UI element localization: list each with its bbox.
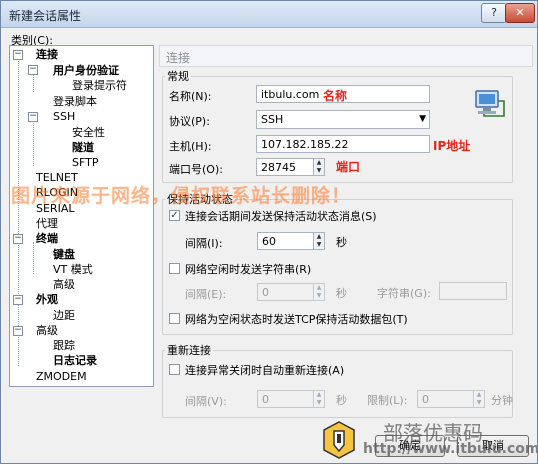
panel-header: 连接: [159, 45, 533, 67]
tree-item-keyboard[interactable]: 键盘: [53, 248, 75, 261]
tree-item-advanced-terminal[interactable]: 高级: [53, 278, 75, 291]
minutes-label: 分钟: [491, 394, 513, 407]
collapse-auth-icon[interactable]: −: [28, 65, 38, 75]
collapse-terminal-icon[interactable]: −: [13, 234, 23, 244]
collapse-connection-icon[interactable]: −: [13, 50, 23, 60]
tree-item-trace[interactable]: 跟踪: [53, 339, 75, 352]
collapse-advanced-icon[interactable]: −: [13, 326, 23, 336]
tree-item-vt-mode[interactable]: VT 模式: [53, 263, 93, 276]
limit-label: 限制(L):: [367, 394, 408, 407]
tcp-keepalive-label[interactable]: 网络为空闲状态时发送TCP保持活动数据包(T): [185, 311, 408, 327]
idle-string-label[interactable]: 网络空闲时发送字符串(R): [185, 261, 311, 277]
port-input[interactable]: 28745: [256, 158, 314, 176]
string-label: 字符串(G):: [377, 287, 431, 300]
protocol-value: SSH: [261, 113, 284, 126]
tree-item-terminal[interactable]: 终端: [36, 232, 58, 245]
protocol-label: 协议(P):: [169, 115, 210, 128]
tree-line: [18, 54, 19, 366]
idle-interval-spinner[interactable]: ▲ ▼: [313, 283, 325, 301]
send-keepalive-checkbox[interactable]: ✓: [169, 210, 180, 221]
string-input[interactable]: [439, 282, 507, 300]
reconnect-seconds-label: 秒: [336, 394, 347, 407]
tree-item-margin[interactable]: 边距: [53, 309, 75, 322]
network-computer-icon: [472, 89, 506, 119]
title-bar: 新建会话属性 ? ✕: [1, 1, 537, 28]
brand-logo-icon: [323, 421, 355, 459]
host-label: 主机(H):: [169, 140, 212, 153]
url-watermark: http://www.itbulu.com: [363, 441, 538, 457]
tree-item-login-prompts[interactable]: 登录提示符: [72, 79, 127, 92]
copyright-watermark: 图片来源于网络，侵权联系站长删除！: [11, 185, 352, 207]
collapse-ssh-icon[interactable]: −: [28, 112, 38, 122]
window-title: 新建会话属性: [9, 9, 82, 23]
tree-item-sftp[interactable]: SFTP: [72, 156, 98, 169]
tcp-keepalive-checkbox[interactable]: [169, 313, 180, 324]
reconnect-interval-input[interactable]: 0: [257, 390, 314, 408]
idle-interval-seconds-label: 秒: [336, 287, 347, 300]
reconnect-legend: 重新连接: [167, 344, 211, 357]
tree-item-ssh[interactable]: SSH: [53, 110, 75, 123]
ip-annotation: IP地址: [433, 139, 471, 153]
general-legend: 常规: [167, 70, 189, 83]
tree-item-connection[interactable]: 连接: [36, 48, 58, 61]
panel-title: 连接: [166, 51, 191, 65]
auto-reconnect-checkbox[interactable]: [169, 364, 180, 375]
send-keepalive-label[interactable]: 连接会话期间发送保持活动状态消息(S): [185, 208, 377, 224]
auto-reconnect-label[interactable]: 连接异常关闭时自动重新连接(A): [185, 362, 344, 378]
port-spinner[interactable]: ▲ ▼: [313, 158, 325, 176]
dropdown-arrow-icon[interactable]: ▼: [419, 111, 426, 128]
protocol-select[interactable]: SSH ▼: [256, 110, 430, 129]
reconnect-interval-label: 间隔(V):: [185, 395, 227, 408]
tree-line: [33, 118, 34, 166]
tree-item-proxy[interactable]: 代理: [36, 217, 58, 230]
close-button[interactable]: ✕: [505, 3, 535, 23]
limit-spinner[interactable]: ▲ ▼: [473, 390, 485, 408]
collapse-appearance-icon[interactable]: −: [13, 295, 23, 305]
port-annotation: 端口: [336, 160, 361, 174]
name-annotation: 名称: [323, 89, 348, 103]
help-button[interactable]: ?: [481, 3, 507, 23]
interval-label: 间隔(I):: [185, 237, 223, 250]
port-label: 端口号(O):: [169, 163, 223, 176]
tree-item-logging[interactable]: 日志记录: [53, 354, 97, 367]
idle-interval-label: 间隔(E):: [185, 288, 227, 301]
session-properties-dialog: 新建会话属性 ? ✕ 类别(C): − 连接 − 用户身份验证 登录提示符 登录…: [0, 0, 538, 464]
tree-line: [33, 242, 34, 274]
interval-input[interactable]: 60: [257, 232, 314, 250]
reconnect-interval-spinner[interactable]: ▲ ▼: [313, 390, 325, 408]
category-tree[interactable]: − 连接 − 用户身份验证 登录提示符 登录脚本 − SSH 安全性 隧道 SF…: [9, 45, 154, 387]
tree-item-tunnel[interactable]: 隧道: [72, 141, 94, 154]
tree-item-appearance[interactable]: 外观: [36, 293, 58, 306]
interval-spinner[interactable]: ▲ ▼: [313, 232, 325, 250]
idle-interval-input[interactable]: 0: [257, 283, 314, 301]
interval-seconds-label: 秒: [336, 236, 347, 249]
host-input[interactable]: 107.182.185.22: [256, 135, 430, 153]
tree-item-auth[interactable]: 用户身份验证: [53, 64, 119, 77]
tree-item-security[interactable]: 安全性: [72, 126, 105, 139]
tree-item-zmodem[interactable]: ZMODEM: [36, 370, 87, 383]
limit-input[interactable]: 0: [417, 390, 474, 408]
tree-item-login-script[interactable]: 登录脚本: [53, 95, 97, 108]
name-label: 名称(N):: [169, 90, 212, 103]
idle-string-checkbox[interactable]: [169, 263, 180, 274]
tree-item-advanced[interactable]: 高级: [36, 324, 58, 337]
